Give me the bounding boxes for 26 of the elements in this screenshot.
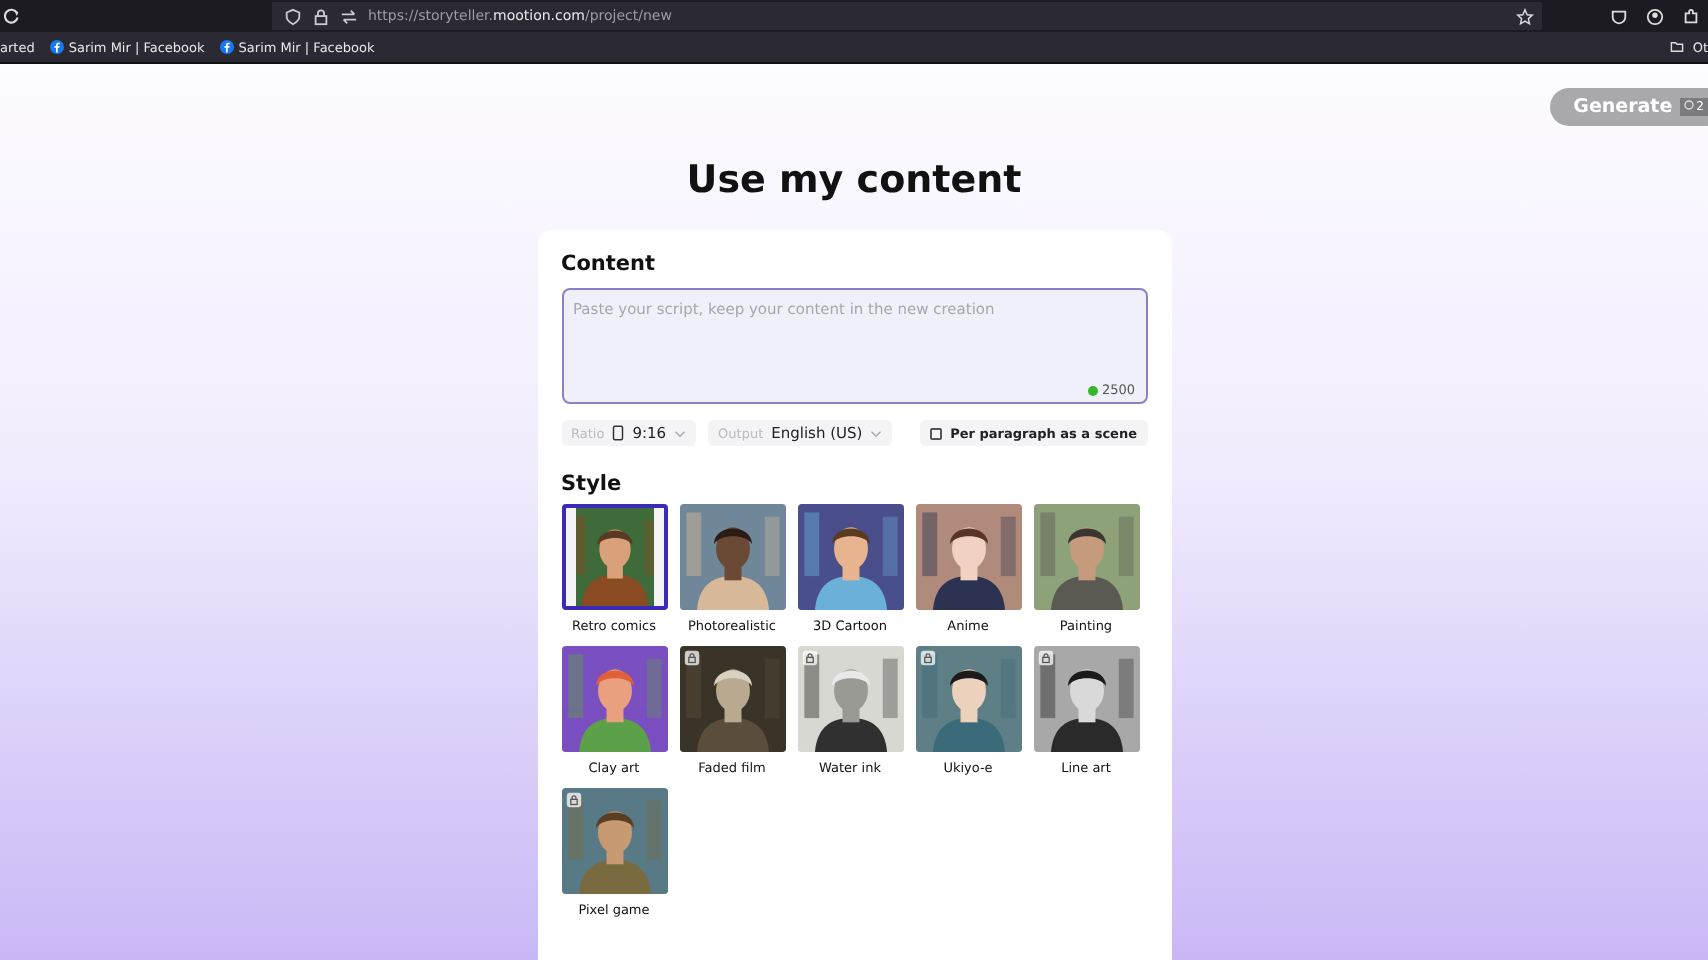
style-option[interactable]: [915, 646, 1021, 752]
folder-icon: [1670, 40, 1685, 54]
permissions-icon: [340, 7, 358, 25]
style-option[interactable]: [1033, 646, 1139, 752]
extensions-icon[interactable]: [1682, 7, 1700, 25]
style-option[interactable]: [797, 646, 903, 752]
style-heading: Style: [561, 472, 624, 496]
reload-icon[interactable]: [4, 8, 20, 24]
style-option[interactable]: [679, 646, 785, 752]
style-option[interactable]: [561, 788, 667, 894]
account-icon[interactable]: [1646, 7, 1664, 25]
facebook-icon: [50, 40, 65, 54]
page-title: Use my content: [686, 158, 1022, 206]
pocket-icon[interactable]: [1610, 7, 1628, 25]
style-option[interactable]: [561, 504, 667, 610]
style-option[interactable]: [679, 504, 785, 610]
phone-icon: [612, 424, 625, 442]
facebook-icon: [220, 40, 235, 54]
style-option[interactable]: [915, 504, 1021, 610]
shield-icon: [284, 7, 302, 25]
chevron-down-icon: [870, 429, 883, 437]
content-heading: Content: [561, 252, 658, 276]
star-icon[interactable]: [1516, 7, 1534, 25]
lock-icon: [312, 7, 330, 25]
chevron-down-icon: [674, 429, 687, 437]
style-option[interactable]: [797, 504, 903, 610]
